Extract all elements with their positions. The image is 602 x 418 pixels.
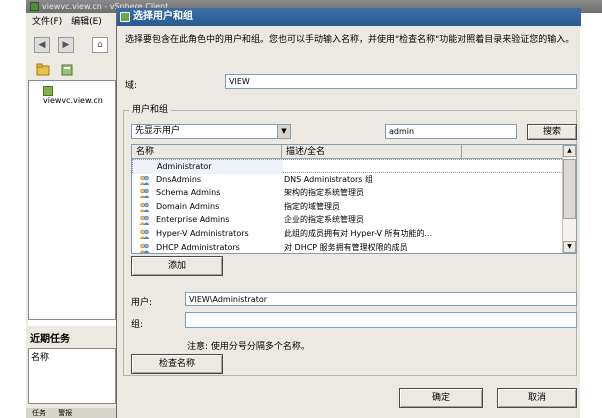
list-item[interactable]: Domain Admins 指定的域管理员 xyxy=(132,200,564,214)
app-icon xyxy=(30,2,39,11)
inventory-tree: viewvc.view.cn xyxy=(28,80,116,320)
row-description: 架构的指定系统管理员 xyxy=(284,188,364,198)
users-groups-list: 名称 描述/全名 Administrator DnsAdmins DNS Admin… xyxy=(131,144,577,254)
list-item[interactable]: DHCP Administrators 对 DHCP 服务拥有管理权限的成员 xyxy=(132,241,564,253)
list-item[interactable]: Administrator xyxy=(132,159,564,174)
dialog-title: 选择用户和组 xyxy=(133,11,193,22)
group-field[interactable] xyxy=(185,312,577,328)
row-description: 此组的成员拥有对 Hyper-V 所有功能的... xyxy=(284,228,433,238)
list-item[interactable]: DnsAdmins DNS Administrators 组 xyxy=(132,173,564,187)
list-item[interactable]: Schema Admins 架构的指定系统管理员 xyxy=(132,186,564,200)
back-arrow-icon[interactable]: ◀ xyxy=(34,37,50,53)
menu-bar: 文件(F) 编辑(E) xyxy=(26,13,116,32)
domain-label: 域: xyxy=(125,81,138,91)
scroll-up-icon[interactable]: ▲ xyxy=(563,145,576,157)
filter-select-value: 先显示用户 xyxy=(135,126,181,136)
recent-tasks-list: 名称 xyxy=(28,348,116,404)
ok-button[interactable]: 确定 xyxy=(399,388,483,408)
add-button[interactable]: 添加 xyxy=(131,256,223,276)
users-groups-legend: 用户和组 xyxy=(129,102,172,115)
row-name: Hyper-V Administrators xyxy=(156,228,249,238)
tree-item-label: viewvc.view.cn xyxy=(43,96,103,105)
row-name: Schema Admins xyxy=(156,188,221,198)
row-name: Enterprise Admins xyxy=(156,215,230,225)
row-description: DNS Administrators 组 xyxy=(284,174,374,184)
list-header: 名称 描述/全名 xyxy=(132,145,564,159)
dialog-title-bar: 选择用户和组 xyxy=(117,8,581,26)
search-input[interactable]: admin xyxy=(385,124,517,139)
menu-file[interactable]: 文件(F) xyxy=(32,17,62,27)
user-field[interactable]: VIEW\Administrator xyxy=(185,292,577,306)
home-icon[interactable]: ⌂ xyxy=(92,37,108,53)
forward-arrow-icon[interactable]: ▶ xyxy=(58,37,74,53)
recent-tasks-panel: 近期任务 名称 xyxy=(26,326,116,418)
dialog-description: 选择要包含在此角色中的用户和组。您也可以手动输入名称，并使用"检查名称"功能对照… xyxy=(125,35,575,45)
scroll-thumb[interactable] xyxy=(563,159,576,219)
action-toolbar xyxy=(26,58,116,80)
row-name: DnsAdmins xyxy=(156,174,202,184)
row-description: 指定的域管理员 xyxy=(284,201,340,211)
cancel-button[interactable]: 取消 xyxy=(497,388,577,408)
column-description[interactable]: 描述/全名 xyxy=(282,145,462,159)
tree-item-vcenter[interactable]: viewvc.view.cn xyxy=(43,86,115,105)
hint-note: 注意: 使用分号分隔多个名称。 xyxy=(187,342,310,352)
dialog-icon xyxy=(120,12,130,22)
new-folder-icon[interactable] xyxy=(36,62,50,76)
vcenter-icon xyxy=(43,86,53,96)
list-item[interactable]: Enterprise Admins 企业的指定系统管理员 xyxy=(132,213,564,227)
domain-field[interactable]: VIEW xyxy=(225,74,577,89)
list-rows: Administrator DnsAdmins DNS Administrators… xyxy=(132,159,564,253)
menu-edit[interactable]: 编辑(E) xyxy=(71,17,102,27)
check-names-button[interactable]: 检查名称 xyxy=(131,354,223,374)
select-users-dialog: 选择用户和组 选择要包含在此角色中的用户和组。您也可以手动输入名称，并使用"检查… xyxy=(116,8,581,418)
row-description: 企业的指定系统管理员 xyxy=(284,215,364,225)
row-name: Domain Admins xyxy=(156,201,220,211)
nav-toolbar: ◀ ▶ ⌂ xyxy=(26,32,116,58)
row-description: 对 DHCP 服务拥有管理权限的成员 xyxy=(284,242,408,252)
row-name: Administrator xyxy=(133,160,283,174)
tab-alarms[interactable]: 警报 xyxy=(58,409,72,417)
recent-tasks-title: 近期任务 xyxy=(30,334,70,345)
recent-tasks-column-name[interactable]: 名称 xyxy=(31,350,49,363)
scroll-down-icon[interactable]: ▼ xyxy=(563,241,576,253)
list-scrollbar[interactable]: ▲ ▼ xyxy=(562,145,576,253)
search-button[interactable]: 搜索 xyxy=(527,124,577,140)
tab-tasks[interactable]: 任务 xyxy=(32,409,46,417)
filter-select[interactable]: 先显示用户 ▼ xyxy=(131,124,291,139)
new-datacenter-icon[interactable] xyxy=(60,62,74,76)
bottom-tabs: 任务 警报 xyxy=(26,408,116,418)
row-name: DHCP Administrators xyxy=(156,242,240,252)
chevron-down-icon[interactable]: ▼ xyxy=(277,125,290,138)
column-name[interactable]: 名称 xyxy=(132,145,282,159)
list-item[interactable]: Hyper-V Administrators 此组的成员拥有对 Hyper-V 所… xyxy=(132,227,564,241)
user-label: 用户: xyxy=(131,298,153,308)
group-label: 组: xyxy=(131,320,144,330)
